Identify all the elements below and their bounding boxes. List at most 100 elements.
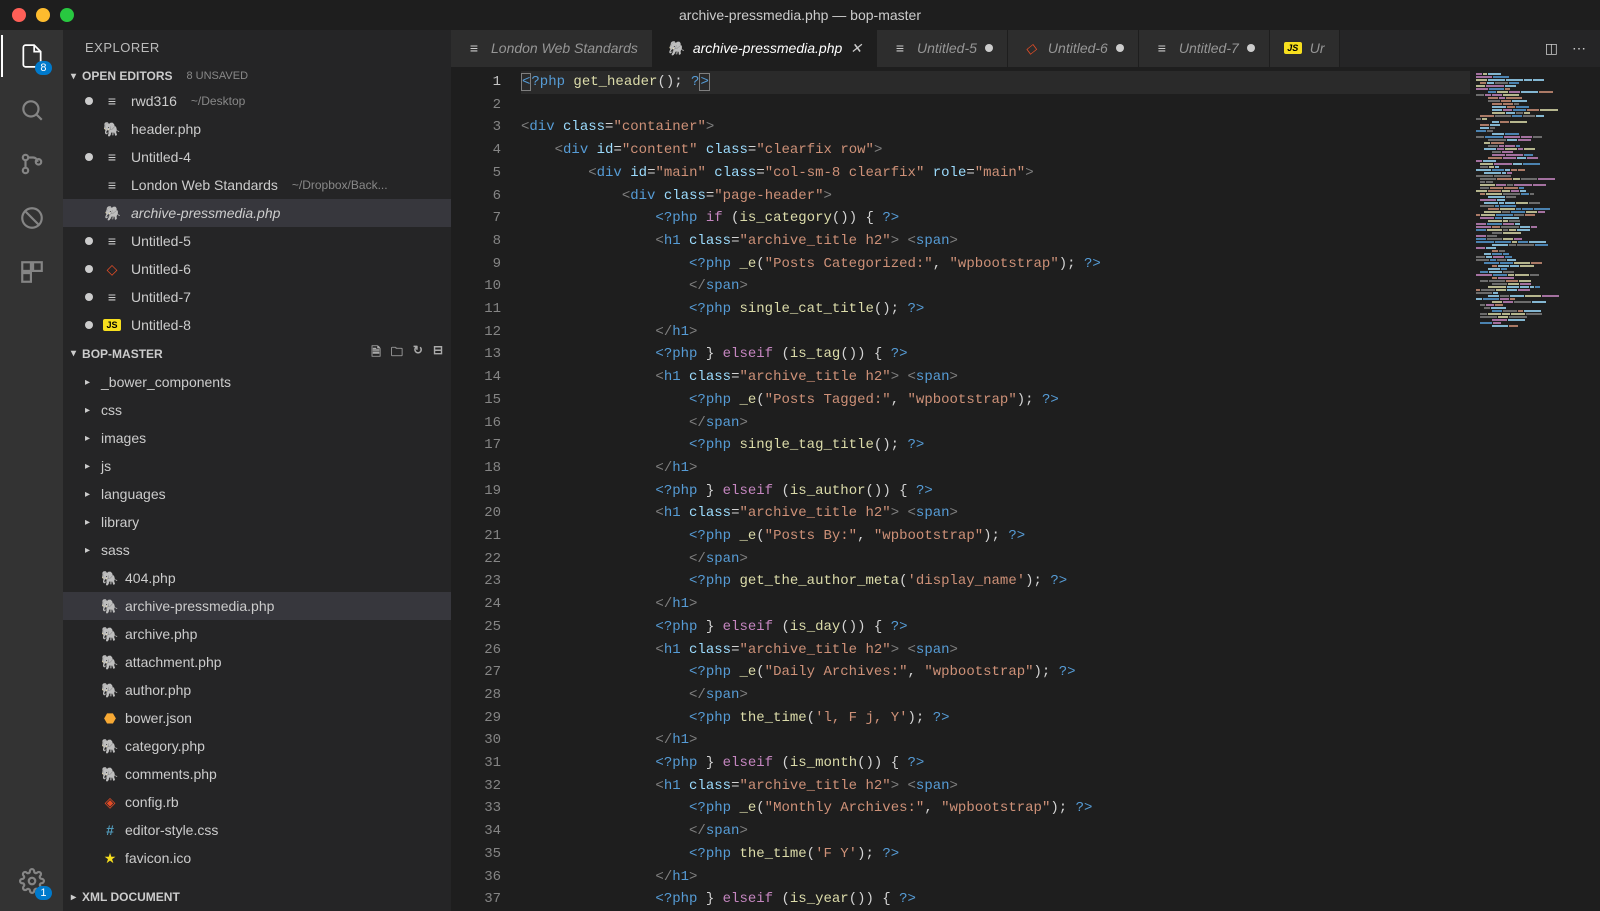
file-name: favicon.ico — [125, 850, 191, 866]
file-item[interactable]: 🐘comments.php — [63, 760, 451, 788]
folder-name: library — [101, 514, 139, 530]
collapse-icon[interactable]: ⊟ — [433, 343, 443, 364]
sidebar-title: EXPLORER — [63, 30, 451, 65]
file-name: 404.php — [125, 570, 176, 586]
minimap-canvas — [1476, 73, 1594, 328]
file-item[interactable]: 🐘attachment.php — [63, 648, 451, 676]
open-editor-item[interactable]: ≡Untitled-7 — [63, 283, 451, 311]
editor-tab[interactable]: ◇Untitled-6 — [1008, 30, 1139, 67]
folder-item[interactable]: ▸ sass — [63, 536, 451, 564]
file-item[interactable]: 🐘archive.php — [63, 620, 451, 648]
file-item[interactable]: #editor-style.css — [63, 816, 451, 844]
modified-dot — [1247, 44, 1255, 52]
git-icon — [19, 151, 45, 177]
search-icon — [19, 97, 45, 123]
extensions-activity[interactable] — [16, 256, 48, 288]
open-editor-item[interactable]: JSUntitled-8 — [63, 311, 451, 339]
file-item[interactable]: ⬣bower.json — [63, 704, 451, 732]
scm-activity[interactable] — [16, 148, 48, 180]
file-item[interactable]: 🐘404.php — [63, 564, 451, 592]
close-window-button[interactable] — [12, 8, 26, 22]
editor-tab[interactable]: ≡Untitled-7 — [1139, 30, 1270, 67]
folder-name: _bower_components — [101, 374, 231, 390]
editor-tab[interactable]: 🐘archive-pressmedia.php✕ — [653, 30, 877, 67]
explorer-activity[interactable]: 8 — [16, 40, 48, 72]
file-name: config.rb — [125, 794, 179, 810]
chevron-right-icon: ▸ — [85, 377, 95, 388]
project-actions: 🗎 🗀 ↻ ⊟ — [371, 343, 443, 364]
debug-activity[interactable] — [16, 202, 48, 234]
search-activity[interactable] — [16, 94, 48, 126]
file-name: Untitled-8 — [131, 317, 191, 333]
chevron-right-icon: ▸ — [85, 517, 95, 528]
code-content[interactable]: <?php get_header(); ?> <div class="conta… — [521, 67, 1470, 911]
file-name: author.php — [125, 682, 191, 698]
open-editor-item[interactable]: 🐘archive-pressmedia.php — [63, 199, 451, 227]
chevron-right-icon: ▸ — [85, 545, 95, 556]
file-name: bower.json — [125, 710, 192, 726]
file-item[interactable]: 🐘archive-pressmedia.php — [63, 592, 451, 620]
file-name: Untitled-5 — [131, 233, 191, 249]
chevron-down-icon: ▾ — [71, 348, 76, 359]
folder-name: js — [101, 458, 111, 474]
settings-activity[interactable]: 1 — [16, 865, 48, 897]
file-path: ~/Desktop — [191, 94, 245, 108]
folder-name: images — [101, 430, 146, 446]
minimap[interactable] — [1470, 67, 1600, 911]
file-item[interactable]: ◈config.rb — [63, 788, 451, 816]
file-item[interactable]: 🐘category.php — [63, 732, 451, 760]
folder-item[interactable]: ▸ _bower_components — [63, 368, 451, 396]
folder-item[interactable]: ▸ js — [63, 452, 451, 480]
maximize-window-button[interactable] — [60, 8, 74, 22]
close-icon[interactable]: ✕ — [850, 40, 862, 57]
modified-dot — [1116, 44, 1124, 52]
open-editor-item[interactable]: ≡Untitled-5 — [63, 227, 451, 255]
extensions-icon — [19, 259, 45, 285]
folder-item[interactable]: ▸css — [63, 396, 451, 424]
editor-body[interactable]: 1234567891011121314151617181920212223242… — [451, 67, 1600, 911]
new-file-icon[interactable]: 🗎 — [371, 343, 381, 364]
folder-name: sass — [101, 542, 130, 558]
tab-label: Untitled-7 — [1179, 40, 1239, 56]
open-editor-item[interactable]: 🐘header.php — [63, 115, 451, 143]
open-editor-item[interactable]: ◇Untitled-6 — [63, 255, 451, 283]
folder-item[interactable]: ▸images — [63, 424, 451, 452]
open-editor-item[interactable]: ≡London Web Standards~/Dropbox/Back... — [63, 171, 451, 199]
tab-label: Ur — [1310, 40, 1325, 56]
folder-item[interactable]: ▸ library — [63, 508, 451, 536]
open-editors-header[interactable]: ▾ OPEN EDITORS 8 UNSAVED — [63, 65, 451, 87]
open-editor-item[interactable]: ≡Untitled-4 — [63, 143, 451, 171]
chevron-down-icon: ▾ — [71, 71, 76, 82]
project-name: BOP-MASTER — [82, 347, 163, 361]
editor-tab[interactable]: JSUr — [1270, 30, 1340, 67]
minimize-window-button[interactable] — [36, 8, 50, 22]
modified-dot — [85, 237, 93, 245]
file-name: Untitled-4 — [131, 149, 191, 165]
file-name: editor-style.css — [125, 822, 218, 838]
file-name: archive.php — [125, 626, 197, 642]
settings-badge: 1 — [35, 886, 51, 900]
window-title: archive-pressmedia.php — bop-master — [679, 7, 921, 23]
xml-document-header[interactable]: ▸ XML DOCUMENT — [63, 883, 451, 911]
chevron-right-icon: ▸ — [71, 892, 76, 903]
editor-area: ≡London Web Standards🐘archive-pressmedia… — [451, 30, 1600, 911]
window-controls — [0, 8, 74, 22]
file-item[interactable]: ★favicon.ico — [63, 844, 451, 872]
chevron-right-icon: ▸ — [85, 461, 95, 472]
tab-label: London Web Standards — [491, 40, 638, 56]
split-editor-icon[interactable]: ◫ — [1545, 40, 1558, 57]
new-folder-icon[interactable]: 🗀 — [391, 343, 403, 364]
editor-tab[interactable]: ≡Untitled-5 — [877, 30, 1008, 67]
unsaved-count: 8 UNSAVED — [187, 70, 249, 82]
file-item[interactable]: 🐘author.php — [63, 676, 451, 704]
editor-tab[interactable]: ≡London Web Standards — [451, 30, 653, 67]
file-name: Untitled-6 — [131, 261, 191, 277]
more-icon[interactable]: ⋯ — [1572, 40, 1586, 57]
modified-dot — [85, 321, 93, 329]
project-header[interactable]: ▾ BOP-MASTER 🗎 🗀 ↻ ⊟ — [63, 339, 451, 368]
activity-bar: 8 1 — [0, 30, 63, 911]
open-editor-item[interactable]: ≡rwd316~/Desktop — [63, 87, 451, 115]
refresh-icon[interactable]: ↻ — [413, 343, 423, 364]
explorer-badge: 8 — [35, 61, 51, 75]
folder-item[interactable]: ▸languages — [63, 480, 451, 508]
